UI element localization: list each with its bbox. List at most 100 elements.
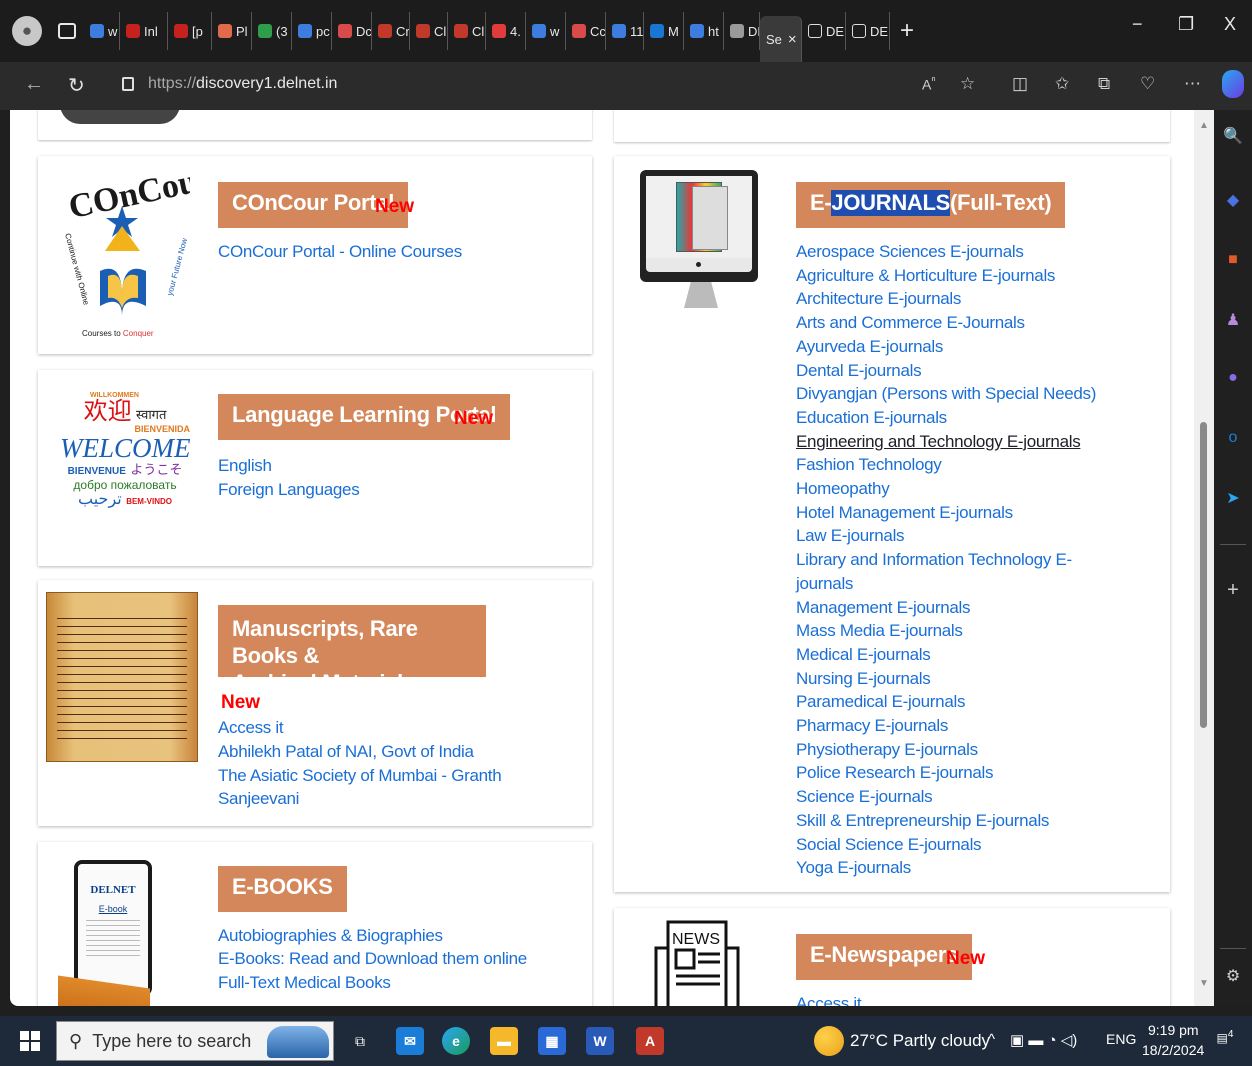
microsoft-store-icon[interactable]: ▦ <box>538 1027 566 1055</box>
collections-icon[interactable]: ⧉ <box>1098 74 1110 94</box>
telegram-icon[interactable]: ➤ <box>1223 488 1243 508</box>
manuscripts-link-1[interactable]: Abhilekh Patal of NAI, Govt of India <box>218 742 474 762</box>
games-icon[interactable]: ♟ <box>1223 310 1243 330</box>
enewspapers-link-0[interactable]: Access it <box>796 994 862 1006</box>
url-field[interactable]: https://discovery1.delnet.in <box>122 75 337 93</box>
tools-briefcase-icon[interactable]: ■ <box>1223 250 1243 270</box>
browser-tab[interactable]: [p <box>168 12 212 50</box>
profile-avatar-icon[interactable]: ● <box>12 16 42 46</box>
ejournals-link[interactable]: Homeopathy <box>796 479 890 499</box>
ejournals-link[interactable]: Science E-journals <box>796 787 933 807</box>
browser-tab[interactable]: pc <box>292 12 332 50</box>
search-icon[interactable]: 🔍 <box>1223 126 1243 146</box>
ejournals-link[interactable]: Medical E-journals <box>796 645 931 665</box>
ejournals-link[interactable]: Yoga E-journals <box>796 858 911 878</box>
browser-tab[interactable]: 4. <box>486 12 526 50</box>
mail-icon[interactable]: ✉ <box>396 1027 424 1055</box>
ejournals-link[interactable]: journals <box>796 574 853 594</box>
sidebar-settings-gear-icon[interactable]: ⚙ <box>1223 966 1243 986</box>
browser-tab[interactable]: Pl <box>212 12 252 50</box>
restore-button[interactable]: ❐ <box>1178 14 1194 35</box>
manuscripts-link-0[interactable]: Access it <box>218 718 284 738</box>
ejournals-link[interactable]: Law E-journals <box>796 526 905 546</box>
ejournals-link[interactable]: Divyangjan (Persons with Special Needs) <box>796 384 1096 404</box>
outlook-icon[interactable]: o <box>1223 428 1243 448</box>
ebooks-link-2[interactable]: Full-Text Medical Books <box>218 973 391 993</box>
ejournals-link[interactable]: Ayurveda E-journals <box>796 337 943 357</box>
browser-tab[interactable]: DE <box>724 12 760 50</box>
manuscripts-heading-button[interactable]: Manuscripts, Rare Books & Archival Mater… <box>218 605 486 695</box>
browser-tab[interactable]: (3 <box>252 12 292 50</box>
ebooks-heading-button[interactable]: E-BOOKS <box>218 866 347 912</box>
close-tab-icon[interactable]: × <box>788 31 797 48</box>
browser-tab[interactable]: Cl <box>448 12 486 50</box>
browser-tab[interactable]: DE <box>846 12 890 50</box>
ejournals-link[interactable]: Skill & Entrepreneurship E-journals <box>796 811 1049 831</box>
browser-tab[interactable]: w <box>84 12 120 50</box>
browser-tab[interactable]: ht <box>684 12 724 50</box>
microsoft-365-icon[interactable]: ● <box>1223 368 1243 388</box>
browser-tab[interactable]: Cr <box>372 12 410 50</box>
ejournals-link[interactable]: Aerospace Sciences E-journals <box>796 242 1024 262</box>
language-link-0[interactable]: English <box>218 456 272 476</box>
ejournals-link[interactable]: Fashion Technology <box>796 455 942 475</box>
manuscripts-link-2[interactable]: The Asiatic Society of Mumbai - Granth <box>218 766 502 786</box>
ejournals-link[interactable]: Pharmacy E-journals <box>796 716 948 736</box>
browser-tab-active[interactable]: Se × <box>760 16 802 62</box>
ejournals-link[interactable]: Police Research E-journals <box>796 763 994 783</box>
ejournals-link[interactable]: Hotel Management E-journals <box>796 503 1013 523</box>
ejournals-link[interactable]: Agriculture & Horticulture E-journals <box>796 266 1055 286</box>
browser-tab[interactable]: w <box>526 12 566 50</box>
ejournals-link[interactable]: Education E-journals <box>796 408 947 428</box>
browser-tab[interactable]: Cl <box>410 12 448 50</box>
windows-start-icon[interactable] <box>20 1031 40 1051</box>
read-aloud-icon[interactable]: Aⁿ <box>922 74 936 93</box>
browser-tab[interactable]: M <box>644 12 684 50</box>
word-icon[interactable]: W <box>586 1027 614 1055</box>
system-tray-icons[interactable]: ▣ ▬ ◔ ◁) <box>1010 1031 1077 1049</box>
split-screen-icon[interactable]: ◫ <box>1012 74 1028 94</box>
show-hidden-icons-chevron-icon[interactable]: ^ <box>988 1031 995 1048</box>
new-tab-button[interactable]: + <box>900 17 914 45</box>
browser-tab[interactable]: Inl <box>120 12 168 50</box>
page-scrollbar[interactable]: ▲ ▼ <box>1194 110 1214 1006</box>
tab-actions-icon[interactable] <box>58 23 76 39</box>
refresh-button[interactable]: ↻ <box>68 73 85 98</box>
ejournals-link[interactable]: Management E-journals <box>796 598 970 618</box>
ejournals-link[interactable]: Dental E-journals <box>796 361 922 381</box>
browser-tab[interactable]: DE <box>802 12 846 50</box>
ejournals-heading-button[interactable]: E-JOURNALS (Full-Text) <box>796 182 1066 228</box>
language-link-1[interactable]: Foreign Languages <box>218 480 360 500</box>
browser-tab[interactable]: Dc <box>332 12 372 50</box>
close-window-button[interactable]: X <box>1224 14 1236 35</box>
concour-link-0[interactable]: COnCour Portal - Online Courses <box>218 242 462 262</box>
ejournals-link[interactable]: Physiotherapy E-journals <box>796 740 978 760</box>
back-button[interactable]: ← <box>24 73 44 96</box>
scrollbar-thumb[interactable] <box>1200 422 1207 728</box>
scroll-down-arrow-icon[interactable]: ▼ <box>1199 978 1209 989</box>
task-view-icon[interactable]: ⧉ <box>346 1027 374 1055</box>
taskbar-search-input[interactable]: ⚲ Type here to search <box>56 1021 334 1061</box>
browser-tab[interactable]: 11 <box>606 12 644 50</box>
scroll-up-arrow-icon[interactable]: ▲ <box>1199 120 1209 131</box>
ejournals-link[interactable]: Mass Media E-journals <box>796 621 963 641</box>
ejournals-link[interactable]: Architecture E-journals <box>796 289 961 309</box>
more-menu-icon[interactable]: ⋯ <box>1184 74 1201 94</box>
manuscripts-link-3[interactable]: Sanjeevani <box>218 789 299 809</box>
ebooks-link-1[interactable]: E-Books: Read and Download them online <box>218 949 527 969</box>
browser-tab[interactable]: Cc <box>566 12 606 50</box>
ejournals-link[interactable]: Library and Information Technology E- <box>796 550 1072 570</box>
clock-date[interactable]: 18/2/2024 <box>1142 1042 1204 1058</box>
notification-center-icon[interactable]: ▤4 <box>1214 1029 1236 1051</box>
weather-text[interactable]: 27°C Partly cloudy <box>850 1031 990 1051</box>
weather-partly-cloudy-icon[interactable] <box>814 1026 844 1056</box>
ebooks-link-0[interactable]: Autobiographies & Biographies <box>218 926 443 946</box>
ejournals-link[interactable]: Paramedical E-journals <box>796 692 965 712</box>
favorites-icon[interactable]: ✩ <box>1055 74 1069 94</box>
favorite-star-icon[interactable]: ☆ <box>960 74 975 94</box>
edge-browser-icon[interactable]: e <box>442 1027 470 1055</box>
ejournals-link[interactable]: Nursing E-journals <box>796 669 931 689</box>
acrobat-icon[interactable]: A <box>636 1027 664 1055</box>
input-language[interactable]: ENG <box>1106 1031 1136 1047</box>
minimize-button[interactable]: − <box>1132 14 1143 35</box>
